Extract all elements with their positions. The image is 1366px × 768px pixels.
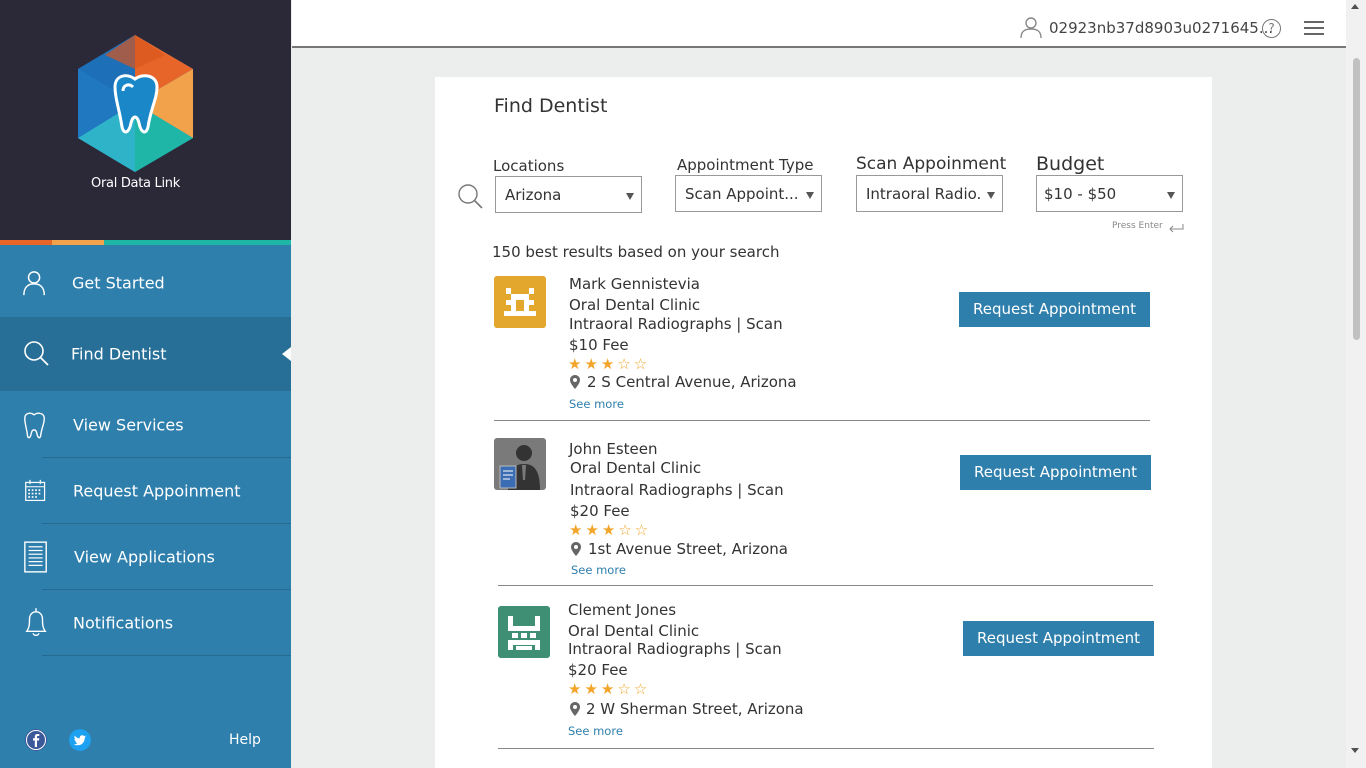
map-pin-icon (570, 702, 580, 716)
top-bar: 02923nb37d8903u0271645... ? (292, 0, 1346, 48)
bell-icon (25, 608, 47, 636)
fee: $10 Fee (569, 336, 629, 354)
user-account-icon[interactable] (1019, 15, 1043, 39)
result-card: John Esteen Oral Dental Clinic Intraoral… (435, 432, 1212, 592)
budget-select[interactable]: $10 - $50 (1036, 175, 1183, 212)
calendar-icon (25, 479, 46, 502)
sidebar-item-find-dentist[interactable]: Find Dentist (0, 317, 291, 391)
dentist-name[interactable]: Mark Gennistevia (569, 274, 700, 294)
dentist-avatar[interactable] (494, 438, 546, 490)
star-rating: ★★★☆☆ (568, 680, 651, 698)
result-divider (498, 748, 1154, 749)
result-card: Mark Gennistevia Oral Dental Clinic Intr… (435, 267, 1212, 427)
address: 2 W Sherman Street, Arizona (586, 700, 804, 718)
chevron-down-icon (626, 193, 634, 200)
dentist-name[interactable]: John Esteen (569, 439, 658, 459)
stripe-segment-teal (104, 240, 291, 245)
see-more-link[interactable]: See more (568, 724, 623, 738)
dentist-avatar[interactable] (498, 606, 550, 658)
sidebar-item-view-services[interactable]: View Services (0, 391, 291, 458)
scan-appointment-select-value: Intraoral Radio... (866, 185, 981, 203)
request-appointment-button[interactable]: Request Appointment (960, 455, 1151, 490)
scan-appointment-label: Scan Appoinment (856, 154, 1007, 174)
services: Intraoral Radiographs | Scan (570, 481, 784, 499)
fee: $20 Fee (568, 661, 628, 679)
clinic-name: Oral Dental Clinic (570, 459, 702, 477)
see-more-link[interactable]: See more (571, 563, 626, 577)
see-more-link[interactable]: See more (569, 397, 624, 411)
sidebar: Oral Data Link Get Started Find Dentist … (0, 0, 291, 768)
oral-data-link-logo-icon (78, 35, 193, 172)
result-divider (494, 420, 1150, 421)
help-link[interactable]: Help (229, 732, 261, 748)
fee: $20 Fee (570, 502, 630, 520)
sidebar-item-view-applications[interactable]: View Applications (0, 524, 291, 590)
scroll-up-arrow-icon[interactable] (1351, 4, 1359, 9)
result-divider (498, 585, 1153, 586)
twitter-icon[interactable] (69, 729, 91, 751)
sidebar-item-notifications[interactable]: Notifications (0, 590, 291, 656)
scan-appointment-select[interactable]: Intraoral Radio... (856, 175, 1003, 212)
page-scrollbar[interactable] (1346, 0, 1366, 768)
brand-name: Oral Data Link (91, 176, 180, 191)
map-pin-icon (570, 375, 580, 389)
results-count: 150 best results based on your search (492, 243, 780, 261)
chevron-down-icon (806, 192, 814, 199)
hamburger-menu-icon[interactable] (1304, 21, 1324, 35)
address: 2 S Central Avenue, Arizona (587, 373, 797, 391)
press-enter-hint: Press Enter (1112, 221, 1163, 231)
locations-label: Locations (493, 157, 565, 175)
sidebar-item-label: Request Appoinment (73, 481, 241, 501)
locations-select-value: Arizona (505, 186, 562, 204)
address: 1st Avenue Street, Arizona (588, 540, 788, 558)
active-indicator-arrow (282, 347, 291, 361)
page-title: Find Dentist (494, 95, 608, 117)
dentist-name[interactable]: Clement Jones (568, 600, 676, 620)
help-icon[interactable]: ? (1262, 19, 1281, 38)
request-appointment-button[interactable]: Request Appointment (963, 621, 1154, 656)
clinic-name: Oral Dental Clinic (569, 296, 701, 314)
budget-label: Budget (1036, 153, 1105, 175)
result-card: Clement Jones Oral Dental Clinic Intraor… (435, 595, 1212, 755)
sidebar-item-get-started[interactable]: Get Started (0, 248, 291, 317)
scroll-thumb[interactable] (1353, 58, 1360, 340)
search-icon[interactable] (456, 182, 484, 210)
document-icon (24, 541, 47, 573)
clinic-name: Oral Dental Clinic (568, 622, 700, 640)
enter-key-icon (1169, 224, 1184, 233)
request-appointment-button[interactable]: Request Appointment (959, 292, 1150, 327)
user-id-label[interactable]: 02923nb37d8903u0271645... (1049, 19, 1273, 37)
dentist-avatar[interactable] (494, 276, 546, 328)
brand-stripe (0, 240, 291, 245)
appointment-type-label: Appointment Type (677, 156, 814, 174)
locations-select[interactable]: Arizona (495, 176, 642, 213)
find-dentist-panel: Find Dentist Locations Arizona Appointme… (435, 77, 1212, 768)
user-icon (23, 270, 46, 295)
sidebar-item-label: Find Dentist (71, 344, 167, 364)
budget-select-value: $10 - $50 (1044, 185, 1117, 203)
sidebar-divider (42, 655, 291, 656)
sidebar-item-request-appointment[interactable]: Request Appoinment (0, 458, 291, 524)
scroll-down-arrow-icon[interactable] (1351, 748, 1359, 753)
search-icon (24, 341, 49, 366)
sidebar-item-label: View Applications (74, 547, 215, 567)
star-rating: ★★★☆☆ (569, 521, 652, 539)
services: Intraoral Radiographs | Scan (569, 315, 783, 333)
sidebar-item-label: Notifications (73, 613, 174, 633)
services: Intraoral Radiographs | Scan (568, 640, 782, 658)
star-rating: ★★★☆☆ (568, 355, 651, 373)
sidebar-item-label: Get Started (72, 273, 165, 292)
chevron-down-icon (1167, 192, 1175, 199)
brand-header: Oral Data Link (0, 0, 291, 240)
stripe-segment-orange (0, 240, 52, 245)
map-pin-icon (571, 542, 581, 556)
facebook-icon[interactable] (25, 729, 47, 751)
sidebar-item-label: View Services (73, 415, 184, 434)
tooth-icon (24, 412, 45, 438)
appointment-type-select-value: Scan Appoint... (685, 185, 799, 203)
chevron-down-icon (987, 192, 995, 199)
stripe-segment-amber (52, 240, 104, 245)
appointment-type-select[interactable]: Scan Appoint... (675, 175, 822, 212)
